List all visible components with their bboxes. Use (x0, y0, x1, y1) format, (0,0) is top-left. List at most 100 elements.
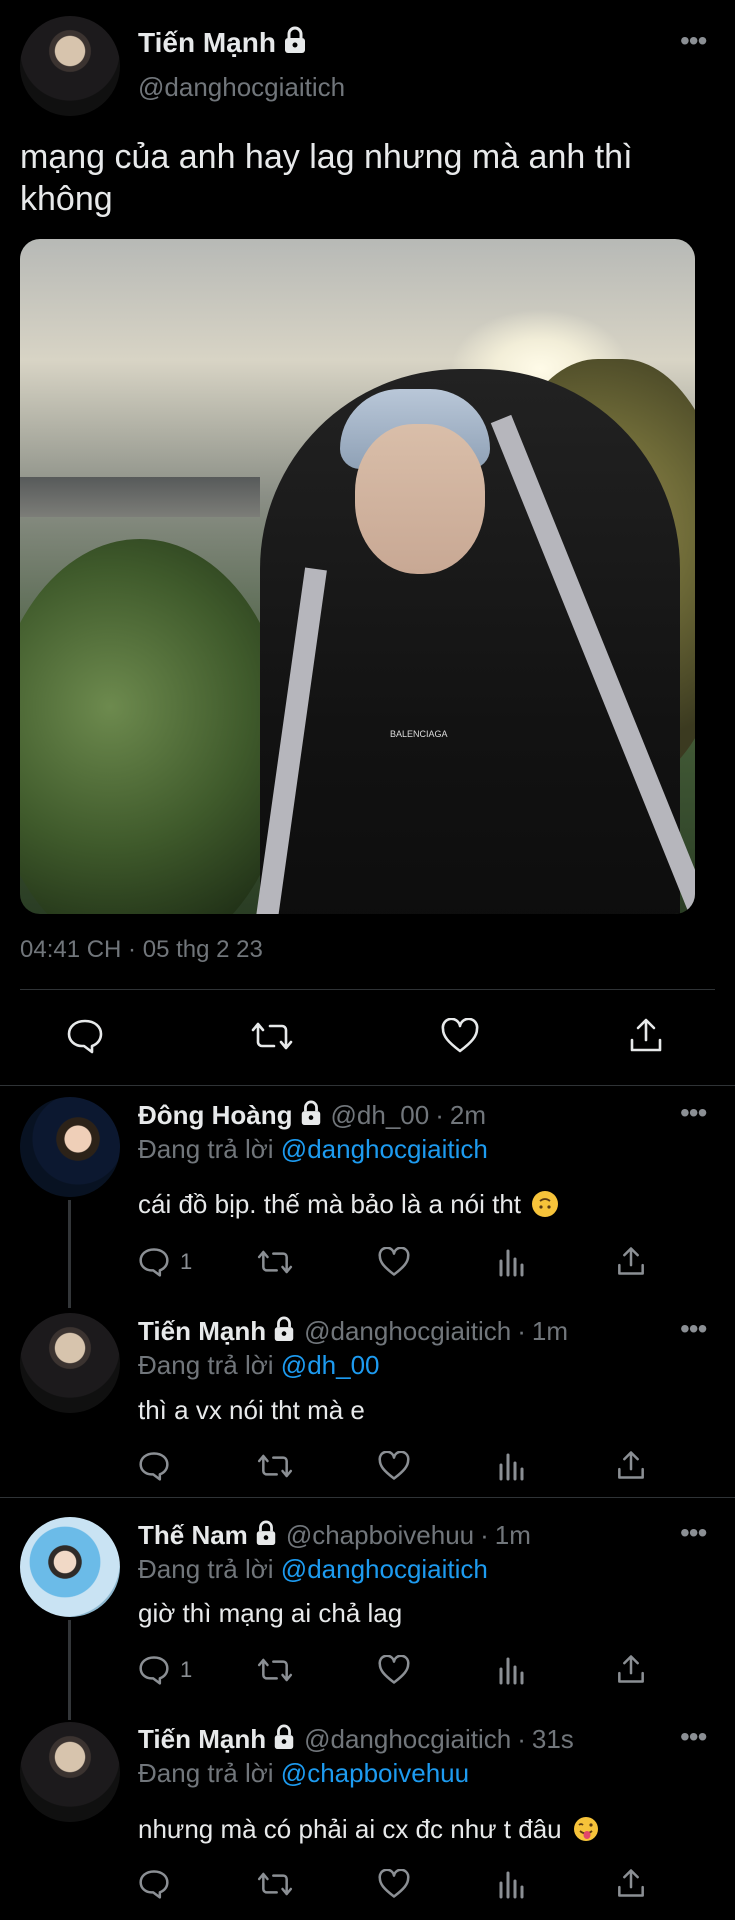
avatar[interactable] (20, 1517, 120, 1617)
share-button[interactable] (616, 1653, 646, 1685)
heart-icon (441, 1018, 479, 1053)
reply-button[interactable] (138, 1869, 170, 1899)
replying-to: Đang trả lời @danghocgiaitich (138, 1134, 488, 1165)
more-icon[interactable]: ••• (680, 1519, 707, 1547)
reply-icon (139, 1248, 169, 1277)
reply-icon (139, 1656, 169, 1685)
author-name-row: Tiến Mạnh (138, 26, 308, 59)
retweet-button[interactable] (256, 1451, 294, 1481)
lock-icon (254, 1520, 278, 1551)
share-button[interactable] (616, 1245, 646, 1277)
share-icon (618, 1451, 644, 1479)
handle[interactable]: @danghocgiaitich (304, 1724, 511, 1755)
separator-dot: · (517, 1724, 526, 1754)
author-name-row: Tiến Mạnh @danghocgiaitich · 1m (138, 1316, 568, 1347)
divider (0, 1497, 735, 1498)
handle[interactable]: @danghocgiaitich (304, 1316, 511, 1347)
display-name[interactable]: Tiến Mạnh (138, 1316, 266, 1347)
views-button[interactable] (497, 1451, 527, 1481)
share-button[interactable] (616, 1867, 646, 1899)
reply-button[interactable]: 1 (138, 1247, 192, 1277)
replying-to: Đang trả lời @danghocgiaitich (138, 1554, 488, 1585)
heart-icon (378, 1247, 410, 1276)
avatar[interactable] (20, 1722, 120, 1822)
views-button[interactable] (497, 1655, 527, 1685)
like-button[interactable] (377, 1655, 411, 1685)
like-button[interactable] (377, 1869, 411, 1899)
tongue-out-face-icon (573, 1816, 599, 1842)
retweet-icon (257, 1454, 293, 1478)
display-name[interactable]: Đông Hoàng (138, 1100, 293, 1131)
reply-button[interactable]: 1 (138, 1655, 192, 1685)
share-icon (618, 1247, 644, 1275)
divider (0, 1085, 735, 1086)
replying-label: Đang trả lời (138, 1134, 274, 1164)
more-icon[interactable]: ••• (680, 1723, 707, 1751)
author-name-row: Tiến Mạnh @danghocgiaitich · 31s (138, 1724, 574, 1755)
views-icon (499, 1657, 524, 1685)
reply-icon (139, 1870, 169, 1899)
like-button[interactable] (440, 1018, 480, 1054)
retweet-button[interactable] (256, 1655, 294, 1685)
thread-line (68, 1200, 71, 1308)
retweet-button[interactable] (250, 1018, 294, 1054)
tweet-photo[interactable]: BALENCIAGA (20, 239, 695, 914)
divider (20, 989, 715, 990)
display-name[interactable]: Tiến Mạnh (138, 1724, 266, 1755)
retweet-button[interactable] (256, 1247, 294, 1277)
share-button[interactable] (628, 1016, 664, 1054)
reply-button[interactable] (66, 1018, 104, 1054)
replying-to: Đang trả lời @chapboivehuu (138, 1758, 469, 1789)
lock-icon (272, 1724, 296, 1755)
replying-mention[interactable]: @danghocgiaitich (281, 1554, 488, 1584)
replying-label: Đang trả lời (138, 1758, 274, 1788)
retweet-icon (257, 1872, 293, 1896)
thread-line (68, 1620, 71, 1720)
heart-icon (378, 1451, 410, 1480)
lock-icon (272, 1316, 296, 1347)
lock-icon (299, 1100, 323, 1131)
avatar[interactable] (20, 1097, 120, 1197)
handle[interactable]: @chapboivehuu (286, 1520, 474, 1551)
share-icon (618, 1655, 644, 1683)
reply-count: 1 (180, 1249, 193, 1274)
avatar[interactable] (20, 16, 120, 116)
avatar[interactable] (20, 1313, 120, 1413)
views-button[interactable] (497, 1869, 527, 1899)
share-icon (630, 1018, 662, 1052)
more-icon[interactable]: ••• (680, 27, 707, 55)
handle[interactable]: @dh_00 (331, 1100, 430, 1131)
more-icon[interactable]: ••• (680, 1099, 707, 1127)
like-button[interactable] (377, 1247, 411, 1277)
lock-icon (282, 26, 308, 59)
views-button[interactable] (497, 1247, 527, 1277)
retweet-icon (257, 1250, 293, 1274)
replying-mention[interactable]: @dh_00 (281, 1350, 380, 1380)
reply-time[interactable]: 1m (532, 1316, 568, 1347)
reply-button[interactable] (138, 1451, 170, 1481)
more-icon[interactable]: ••• (680, 1315, 707, 1343)
main-tweet: Tiến Mạnh @danghocgiaitich ••• mạng của … (0, 0, 735, 1085)
upside-down-face-icon (532, 1191, 559, 1217)
replying-mention[interactable]: @chapboivehuu (281, 1758, 469, 1788)
replying-to: Đang trả lời @dh_00 (138, 1350, 380, 1381)
face (355, 424, 485, 574)
like-button[interactable] (377, 1451, 411, 1481)
tweet-timestamp[interactable]: 04:41 CH · 05 thg 2 23 (20, 936, 263, 964)
replying-mention[interactable]: @danghocgiaitich (281, 1134, 488, 1164)
replying-label: Đang trả lời (138, 1554, 274, 1584)
separator-dot: · (480, 1520, 489, 1550)
retweet-button[interactable] (256, 1869, 294, 1899)
separator-dot: · (517, 1316, 526, 1346)
retweet-icon (257, 1658, 293, 1682)
reply-time[interactable]: 1m (495, 1520, 531, 1551)
reply-time[interactable]: 2m (450, 1100, 486, 1131)
display-name[interactable]: Thế Nam (138, 1520, 248, 1551)
handle[interactable]: @danghocgiaitich (138, 72, 345, 103)
share-icon (618, 1869, 644, 1897)
share-button[interactable] (616, 1449, 646, 1481)
reply-count: 1 (180, 1657, 193, 1682)
reply-time[interactable]: 31s (532, 1724, 574, 1755)
reply-text: giờ thì mạng ai chả lag (138, 1598, 403, 1628)
display-name[interactable]: Tiến Mạnh (138, 27, 276, 59)
